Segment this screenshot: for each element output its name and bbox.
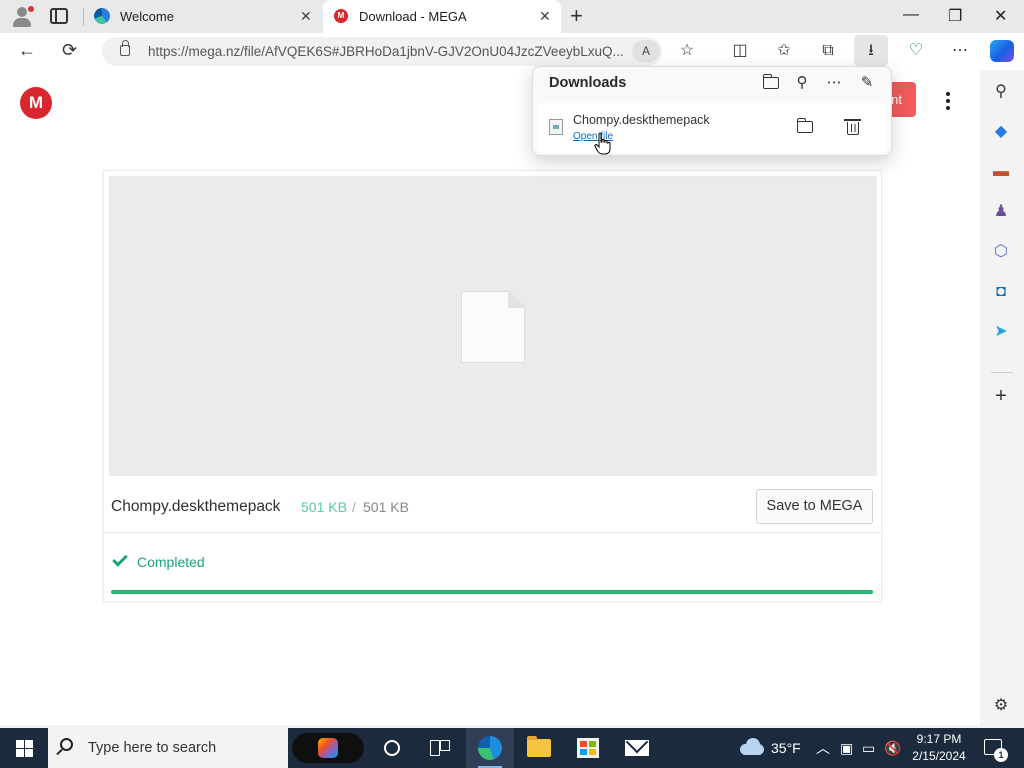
mail-icon xyxy=(625,740,649,756)
delete-icon[interactable] xyxy=(843,117,863,137)
add-icon[interactable]: + xyxy=(991,386,1011,406)
taskbar-file-explorer-button[interactable] xyxy=(515,728,563,768)
refresh-button[interactable]: ⟳ xyxy=(62,40,77,60)
taskbar-search-box[interactable]: Type here to search xyxy=(48,728,288,768)
back-button[interactable]: ← xyxy=(18,40,36,60)
tab-title: Welcome xyxy=(120,9,174,24)
tab-download-mega[interactable]: M Download - MEGA ✕ xyxy=(323,0,561,33)
tab-actions-icon[interactable] xyxy=(50,8,68,24)
restore-button[interactable]: ❐ xyxy=(948,6,962,26)
clock-time: 9:17 PM xyxy=(916,732,962,746)
total-size: 501 KB xyxy=(363,499,409,515)
show-hidden-icons-icon[interactable]: ︿ xyxy=(816,739,830,757)
outlook-icon[interactable]: ◘ xyxy=(991,282,1011,302)
cortana-button[interactable] xyxy=(368,728,416,768)
downloaded-size: 501 KB xyxy=(301,499,347,515)
store-icon xyxy=(577,738,599,758)
sidebar-divider xyxy=(991,372,1013,373)
size-separator: / xyxy=(352,499,356,515)
microsoft365-icon[interactable]: ⬡ xyxy=(991,242,1011,262)
cortana-icon xyxy=(384,740,400,756)
collections-icon[interactable]: ⧉ xyxy=(817,41,839,61)
notification-count-badge: 1 xyxy=(994,748,1008,762)
progress-bar xyxy=(111,590,873,594)
pin-icon[interactable]: ✎ xyxy=(857,73,877,93)
briefcase-icon[interactable]: ▬ xyxy=(991,162,1011,182)
downloads-panel: Downloads ⚲ ⋯ ✎ Chompy.deskthemepack Ope… xyxy=(532,66,892,156)
show-in-folder-icon[interactable] xyxy=(795,117,815,137)
search-downloads-icon[interactable]: ⚲ xyxy=(792,73,812,93)
network-icon[interactable]: ▭ xyxy=(862,739,875,757)
file-info-row: Chompy.deskthemepack 501 KB / 501 KB Sav… xyxy=(104,481,881,533)
download-file-name: Chompy.deskthemepack xyxy=(573,113,710,127)
meet-now-icon[interactable]: ▣ xyxy=(840,739,853,757)
favorite-star-icon[interactable]: ☆ xyxy=(676,41,698,61)
taskbar-mail-button[interactable] xyxy=(613,728,661,768)
edge-icon xyxy=(478,736,502,760)
download-status-row: Completed xyxy=(104,533,881,601)
downloads-panel-title: Downloads xyxy=(549,75,627,91)
windows-start-icon[interactable] xyxy=(16,740,33,757)
browser-toolbar: ← ⟳ https://mega.nz/file/AfVQEK6S#JBRHoD… xyxy=(0,33,1024,70)
menu-kebab-icon[interactable] xyxy=(940,90,956,114)
task-view-icon xyxy=(430,740,450,756)
downloads-more-icon[interactable]: ⋯ xyxy=(824,73,844,93)
mega-logo[interactable]: M xyxy=(20,87,52,119)
tab-title: Download - MEGA xyxy=(359,9,467,24)
generic-file-icon xyxy=(461,291,525,363)
browser-essentials-icon[interactable]: ♡ xyxy=(905,41,927,61)
profile-icon[interactable] xyxy=(10,5,34,29)
taskbar-store-button[interactable] xyxy=(564,728,612,768)
checkmark-icon xyxy=(112,551,128,567)
search-placeholder: Type here to search xyxy=(88,740,217,756)
chess-icon[interactable]: ♟ xyxy=(991,202,1011,222)
send-icon[interactable]: ➤ xyxy=(991,322,1011,342)
save-to-mega-button[interactable]: Save to MEGA xyxy=(756,489,873,524)
minimize-button[interactable]: — xyxy=(903,6,919,24)
progress-bar-fill xyxy=(111,590,873,594)
lock-icon[interactable] xyxy=(120,40,130,56)
edge-icon xyxy=(94,8,110,24)
copilot-taskbar-button[interactable] xyxy=(292,733,364,763)
split-screen-icon[interactable]: ◫ xyxy=(729,41,751,61)
close-tab-icon[interactable]: ✕ xyxy=(539,8,551,25)
more-options-icon[interactable]: ⋯ xyxy=(949,41,971,61)
weather-icon[interactable] xyxy=(740,738,766,755)
file-preview-area xyxy=(109,176,877,476)
clock-date: 2/15/2024 xyxy=(912,749,966,763)
status-text: Completed xyxy=(137,554,205,570)
search-icon xyxy=(60,738,73,751)
read-aloud-icon[interactable]: A xyxy=(632,40,660,62)
download-item[interactable]: Chompy.deskthemepack Open file xyxy=(537,103,887,153)
favorites-icon[interactable]: ✩ xyxy=(773,41,795,61)
download-card: Chompy.deskthemepack 501 KB / 501 KB Sav… xyxy=(103,170,882,602)
open-downloads-folder-icon[interactable] xyxy=(761,73,781,93)
tab-welcome[interactable]: Welcome ✕ xyxy=(84,0,322,33)
taskbar-clock[interactable]: 9:17 PM 2/15/2024 xyxy=(905,731,973,765)
taskbar-edge-button[interactable] xyxy=(466,728,514,768)
address-bar[interactable]: https://mega.nz/file/AfVQEK6S#JBRHoDa1jb… xyxy=(102,37,662,66)
search-icon[interactable]: ⚲ xyxy=(991,82,1011,102)
file-name: Chompy.deskthemepack xyxy=(111,498,281,515)
browser-tab-strip: Welcome ✕ M Download - MEGA ✕ + — ❐ ✕ xyxy=(0,0,1024,33)
settings-icon[interactable]: ⚙ xyxy=(991,696,1011,716)
folder-icon xyxy=(527,736,551,757)
weather-temperature[interactable]: 35°F xyxy=(771,740,801,756)
copilot-icon[interactable] xyxy=(990,40,1014,62)
close-window-button[interactable]: ✕ xyxy=(994,6,1007,26)
copilot-icon xyxy=(318,738,338,758)
tag-icon[interactable]: ◆ xyxy=(991,122,1011,142)
windows-taskbar: Type here to search 35°F ︿ ▣ ▭ 🔇 9:17 PM… xyxy=(0,728,1024,768)
volume-muted-icon[interactable]: 🔇 xyxy=(884,739,901,757)
new-tab-button[interactable]: + xyxy=(570,4,583,28)
mega-page: M nt Chompy.deskthemepack 501 KB / 501 K… xyxy=(0,70,980,725)
task-view-button[interactable] xyxy=(416,728,464,768)
close-tab-icon[interactable]: ✕ xyxy=(300,8,312,25)
theme-file-icon xyxy=(549,119,563,135)
download-icon[interactable]: ⭳ xyxy=(860,41,882,61)
url-text[interactable]: https://mega.nz/file/AfVQEK6S#JBRHoDa1jb… xyxy=(148,44,626,59)
hand-cursor-icon xyxy=(594,132,611,155)
edge-sidebar: ⚲ ◆ ▬ ♟ ⬡ ◘ ➤ + ⚙ xyxy=(980,70,1024,728)
mega-icon: M xyxy=(334,9,348,23)
